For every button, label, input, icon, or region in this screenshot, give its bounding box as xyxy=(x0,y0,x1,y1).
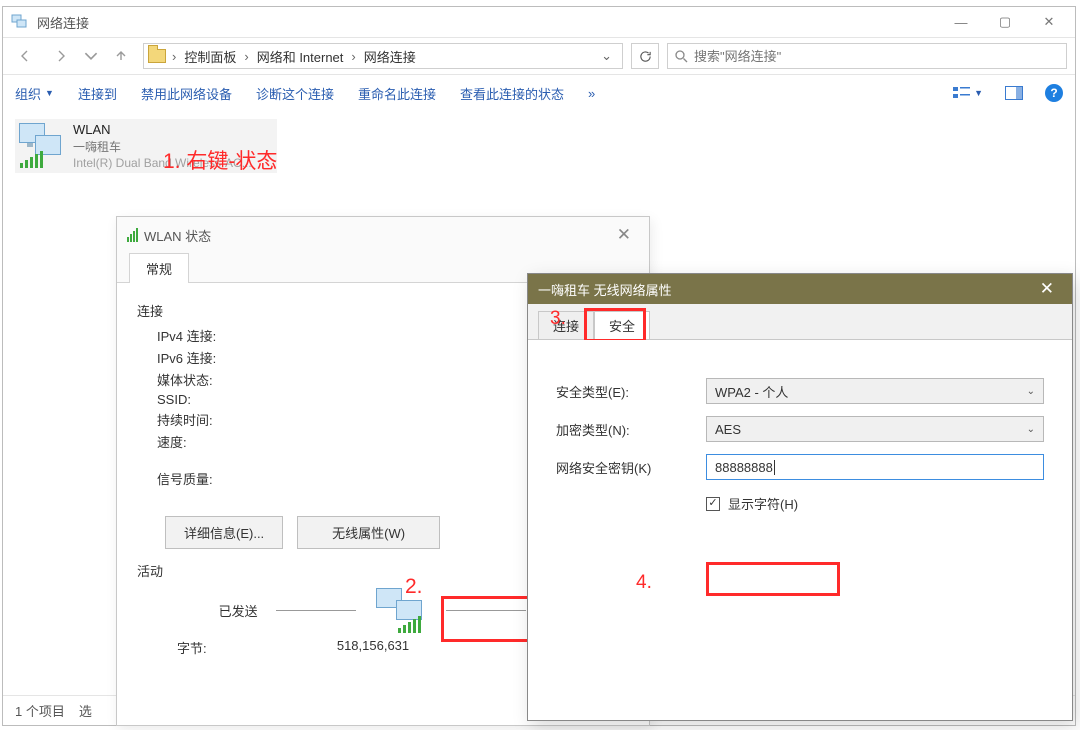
label-security-key: 网络安全密钥(K) xyxy=(556,458,696,477)
chevron-right-icon: › xyxy=(242,49,250,64)
back-button[interactable] xyxy=(11,42,39,70)
nav-bar: › 控制面板 › 网络和 Internet › 网络连接 ⌄ xyxy=(3,37,1075,75)
selection-status: 选 xyxy=(79,701,92,720)
value-bytes-sent: 518,156,631 xyxy=(257,638,489,657)
breadcrumb-item[interactable]: 网络连接 xyxy=(362,47,418,66)
connect-to-button[interactable]: 连接到 xyxy=(78,84,117,103)
window-title: 网络连接 xyxy=(37,13,89,32)
command-bar: 组织▼ 连接到 禁用此网络设备 诊断这个连接 重命名此连接 查看此连接的状态 »… xyxy=(3,75,1075,111)
wireless-properties-button[interactable]: 无线属性(W) xyxy=(297,516,440,549)
dialog-body: 安全类型(E): WPA2 - 个人 ⌄ 加密类型(N): AES ⌄ 网络安全… xyxy=(528,340,1072,720)
tab-strip: 连接 安全 xyxy=(528,310,1072,340)
label-encryption-type: 加密类型(N): xyxy=(556,420,696,439)
dialog-title-bar: WLAN 状态 ✕ xyxy=(117,217,649,253)
label-ipv4: IPv4 连接: xyxy=(137,326,237,345)
wireless-properties-dialog: 一嗨租车 无线网络属性 ✕ 3. 连接 安全 安全类型(E): WPA2 - 个… xyxy=(527,273,1073,721)
search-input[interactable] xyxy=(694,49,1060,64)
label-signal: 信号质量: xyxy=(137,469,237,488)
close-button[interactable]: ✕ xyxy=(609,221,639,249)
chevron-right-icon: › xyxy=(349,49,357,64)
security-key-input[interactable]: 88888888 xyxy=(706,454,1044,480)
label-sent: 已发送 xyxy=(219,601,258,620)
annotation-3: 3. xyxy=(550,308,566,330)
maximize-button[interactable]: ▢ xyxy=(983,8,1027,36)
dialog-title-bar: 一嗨租车 无线网络属性 ✕ xyxy=(528,274,1072,304)
label-speed: 速度: xyxy=(137,432,237,451)
tab-general[interactable]: 常规 xyxy=(129,253,189,283)
rename-button[interactable]: 重命名此连接 xyxy=(358,84,436,103)
folder-icon xyxy=(148,49,166,63)
label-ssid: SSID: xyxy=(137,392,237,407)
annotation-1: 1. 右键-状态 xyxy=(163,145,277,175)
signal-icon xyxy=(20,151,43,168)
adapter-icon xyxy=(17,121,65,171)
label-security-type: 安全类型(E): xyxy=(556,382,696,401)
dialog-title: 一嗨租车 无线网络属性 xyxy=(538,280,672,299)
adapter-name: WLAN xyxy=(73,121,252,139)
toolbar-overflow[interactable]: » xyxy=(588,86,595,101)
help-button[interactable]: ? xyxy=(1045,84,1063,102)
forward-button[interactable] xyxy=(47,42,75,70)
activity-icon xyxy=(374,588,428,632)
close-button[interactable]: ✕ xyxy=(1027,8,1071,36)
preview-pane-icon xyxy=(1005,86,1023,100)
show-characters-checkbox[interactable]: ✓ xyxy=(706,497,720,511)
label-ipv6: IPv6 连接: xyxy=(137,348,237,367)
view-options-button[interactable]: ▼ xyxy=(953,86,983,100)
details-button[interactable]: 详细信息(E)... xyxy=(165,516,283,549)
breadcrumb-item[interactable]: 网络和 Internet xyxy=(255,47,346,66)
security-type-value: WPA2 - 个人 xyxy=(715,382,788,401)
dialog-title: WLAN 状态 xyxy=(144,226,211,245)
views-icon xyxy=(953,86,971,100)
label-media: 媒体状态: xyxy=(137,370,237,389)
chevron-down-icon: ⌄ xyxy=(1027,386,1035,397)
address-bar[interactable]: › 控制面板 › 网络和 Internet › 网络连接 ⌄ xyxy=(143,43,623,69)
organize-menu[interactable]: 组织▼ xyxy=(15,84,54,103)
view-status-button[interactable]: 查看此连接的状态 xyxy=(460,84,564,103)
label-bytes: 字节: xyxy=(157,638,257,657)
search-icon xyxy=(674,49,688,63)
diagnose-button[interactable]: 诊断这个连接 xyxy=(256,84,334,103)
signal-icon xyxy=(127,228,138,242)
label-duration: 持续时间: xyxy=(137,410,237,429)
address-dropdown[interactable]: ⌄ xyxy=(595,48,618,64)
encryption-type-value: AES xyxy=(715,422,741,437)
tab-security[interactable]: 安全 xyxy=(594,311,650,339)
show-characters-label: 显示字符(H) xyxy=(728,494,798,513)
network-connections-icon xyxy=(11,13,29,31)
breadcrumb-item[interactable]: 控制面板 xyxy=(182,47,238,66)
encryption-type-combo[interactable]: AES ⌄ xyxy=(706,416,1044,442)
close-button[interactable]: ✕ xyxy=(1032,277,1062,301)
up-button[interactable] xyxy=(107,42,135,70)
annotation-box-4 xyxy=(706,562,840,596)
annotation-4: 4. xyxy=(636,572,652,594)
item-count: 1 个项目 xyxy=(15,701,65,720)
preview-pane-button[interactable] xyxy=(1005,86,1023,100)
chevron-down-icon: ⌄ xyxy=(1027,424,1035,435)
title-bar: 网络连接 — ▢ ✕ xyxy=(3,7,1075,37)
minimize-button[interactable]: — xyxy=(939,8,983,36)
recent-dropdown[interactable] xyxy=(83,42,99,70)
refresh-button[interactable] xyxy=(631,43,659,69)
disable-device-button[interactable]: 禁用此网络设备 xyxy=(141,84,232,103)
security-key-value: 88888888 xyxy=(715,460,773,475)
search-box[interactable] xyxy=(667,43,1067,69)
chevron-right-icon: › xyxy=(170,49,178,64)
security-type-combo[interactable]: WPA2 - 个人 ⌄ xyxy=(706,378,1044,404)
tab-connection[interactable]: 连接 xyxy=(538,311,594,339)
